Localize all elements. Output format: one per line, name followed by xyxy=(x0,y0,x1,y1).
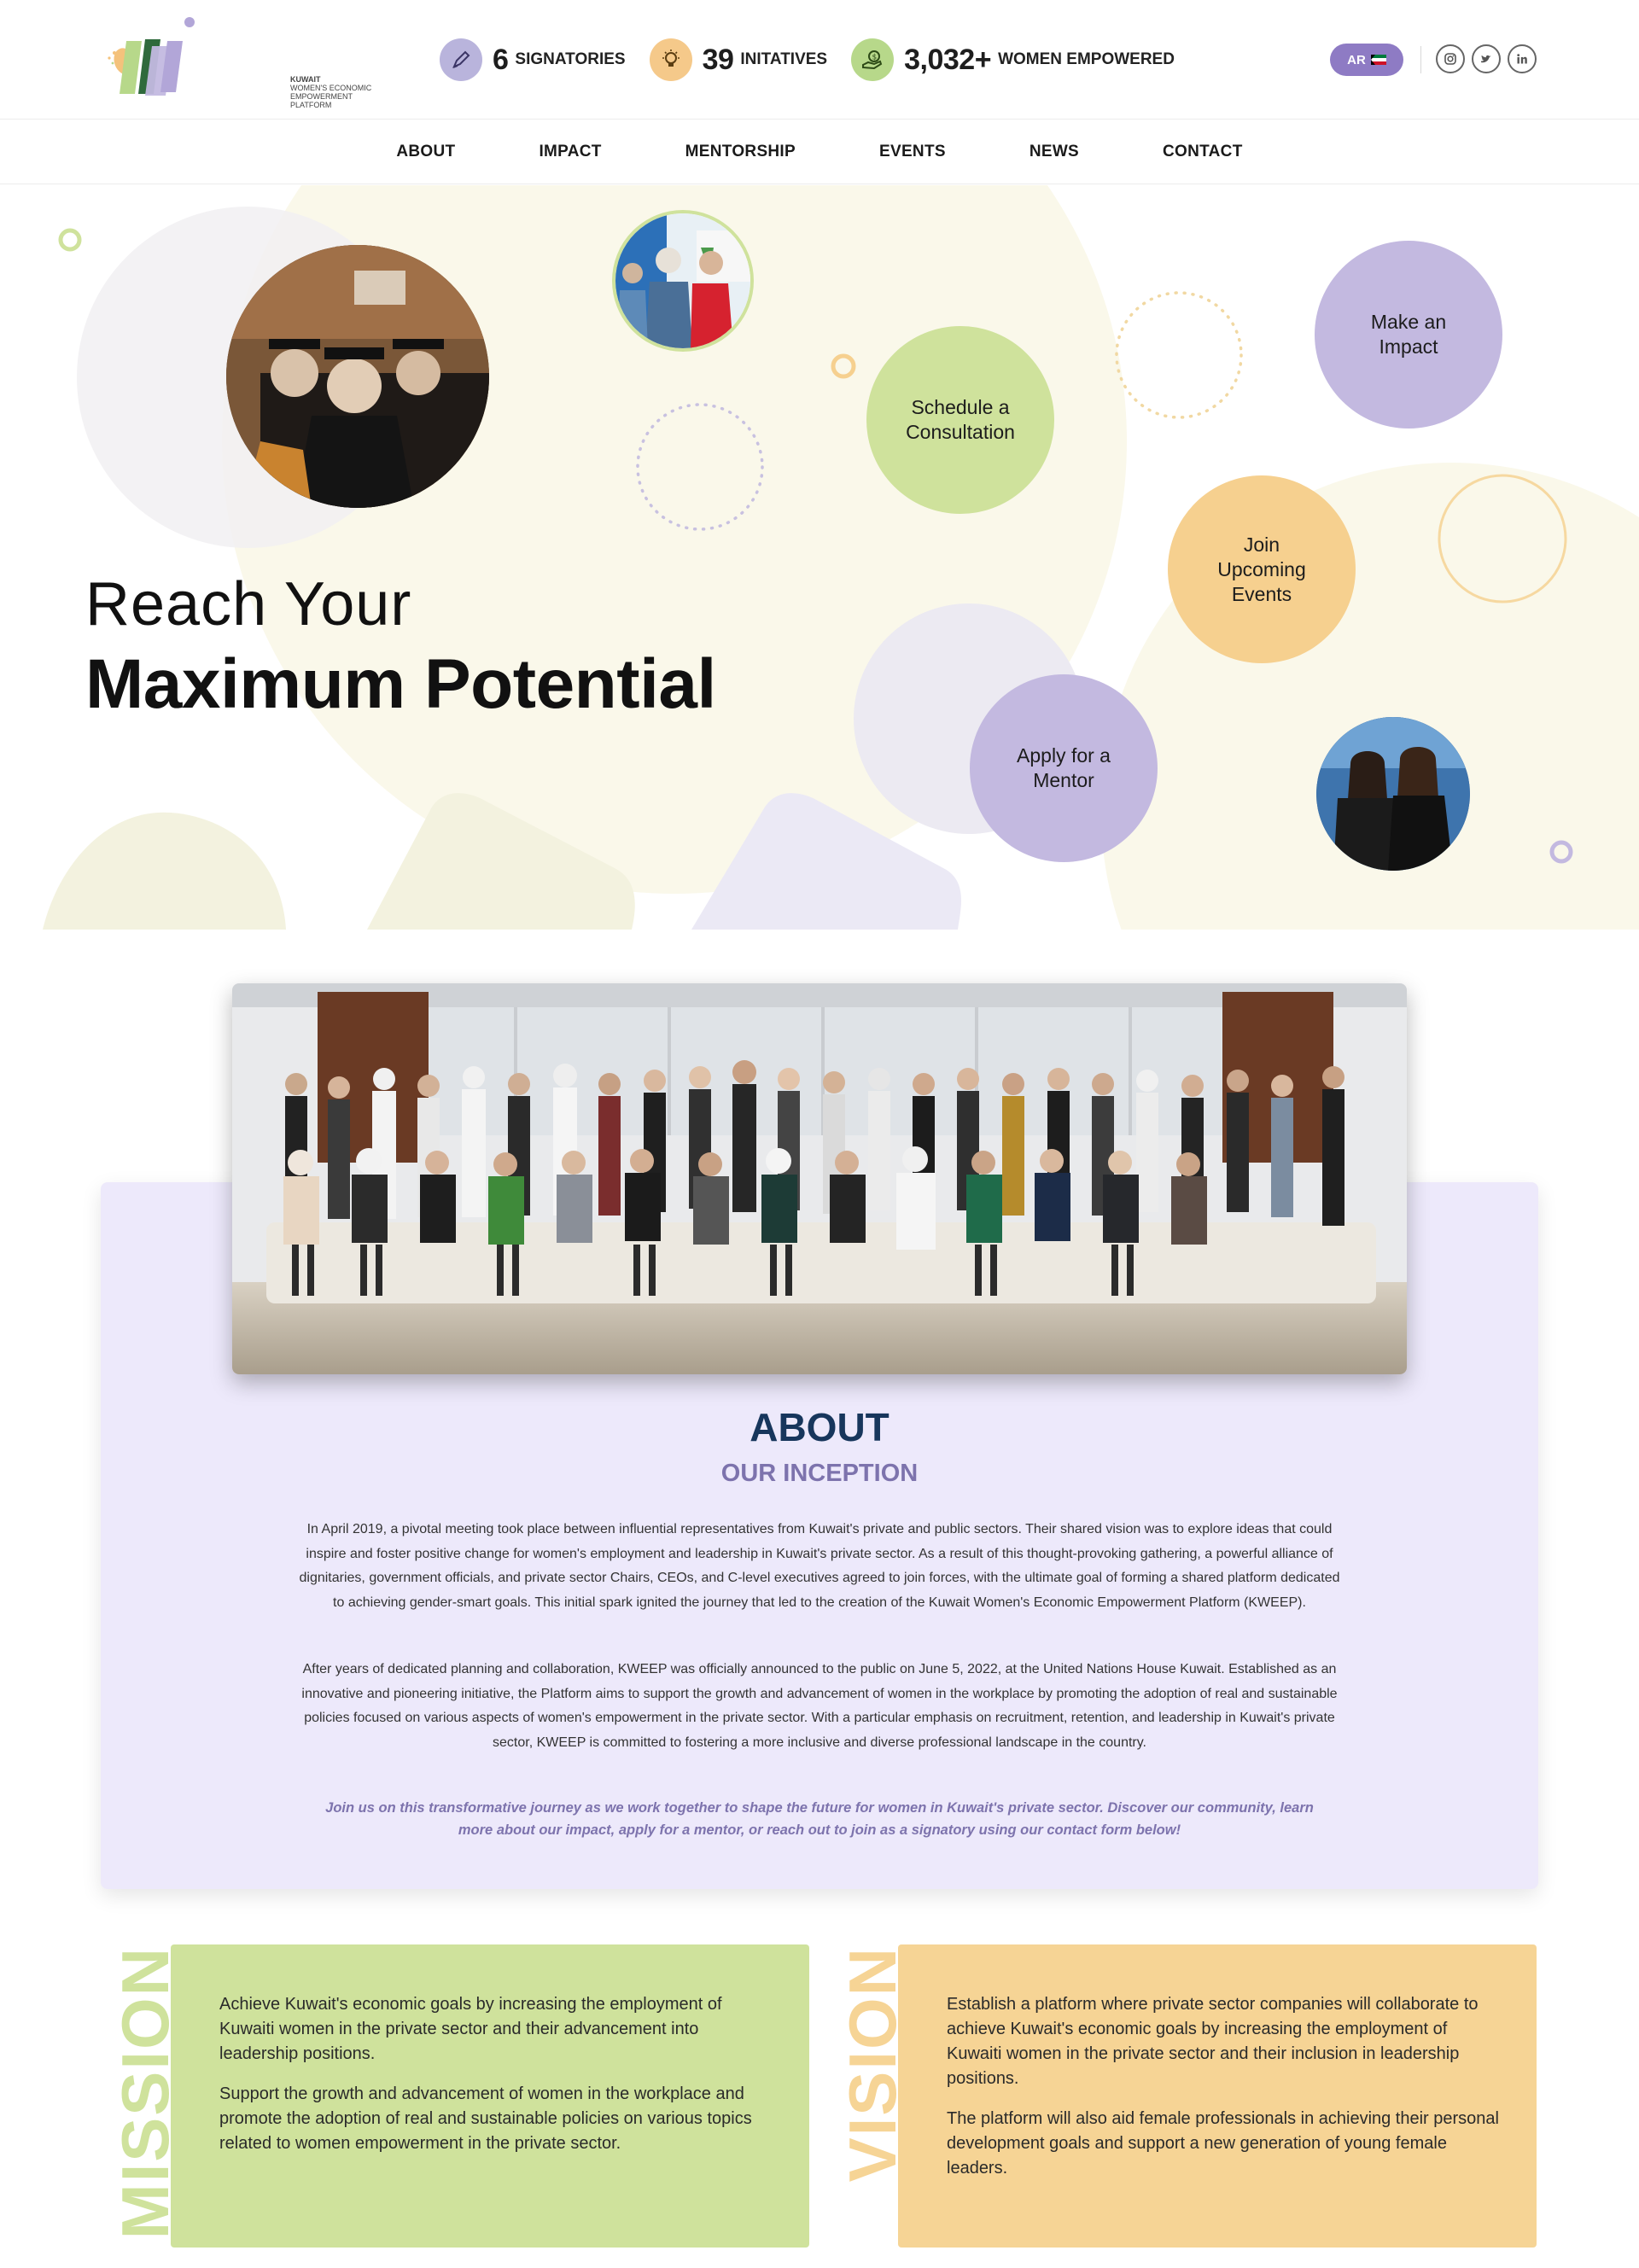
mission-paragraph-1: Achieve Kuwait's economic goals by incre… xyxy=(219,1995,722,2063)
vision-vertical-label: VISION xyxy=(835,1946,910,2185)
nav-item-events[interactable]: EVENTS xyxy=(879,143,946,161)
logo-line-2: WOMEN'S ECONOMIC xyxy=(290,84,372,92)
site-header: KUWAIT WOMEN'S ECONOMIC EMPOWERMENT PLAT… xyxy=(0,0,1639,120)
make-impact-button[interactable]: Make an Impact xyxy=(1315,241,1502,429)
vision-text: Establish a platform where private secto… xyxy=(947,1992,1502,2181)
mission-vertical-label: MISSION xyxy=(108,1946,183,2239)
linkedin-icon[interactable] xyxy=(1508,44,1537,73)
mission-label: MISSION xyxy=(108,1946,183,2240)
about-title: ABOUT xyxy=(750,1405,889,1449)
mission-paragraph-2: Support the growth and advancement of wo… xyxy=(219,2084,752,2153)
logo-line-3: EMPOWERMENT xyxy=(290,92,353,101)
logo-line-4: PLATFORM xyxy=(290,101,332,109)
nav-item-about[interactable]: ABOUT xyxy=(396,143,455,161)
stat-initiatives: 39 INITATIVES xyxy=(649,38,828,81)
group-photo-image xyxy=(232,983,1407,1374)
logo-line-1: KUWAIT xyxy=(290,75,321,84)
logo-mark-icon xyxy=(108,17,195,96)
stat-women-empowered: $ 3,032+ WOMEN EMPOWERED xyxy=(851,38,1175,81)
hero-line-2: Maximum Potential xyxy=(85,645,716,723)
about-paragraph-1: In April 2019, a pivotal meeting took pl… xyxy=(299,1522,1340,1610)
stat-value: 3,032+ xyxy=(904,43,992,76)
stats-bar: 6 SIGNATORIES 39 INITATIVES $ 3,032+ WOM… xyxy=(440,38,1199,82)
kuwait-flag-icon xyxy=(1370,55,1386,65)
hero-line-1: Reach Your xyxy=(85,570,412,638)
nav-item-mentorship[interactable]: MENTORSHIP xyxy=(685,143,796,161)
vision-paragraph-1: Establish a platform where private secto… xyxy=(947,1995,1479,2088)
bubble-label: Apply for a Mentor xyxy=(1017,744,1111,791)
women-event-photo xyxy=(1316,717,1470,871)
vision-label: VISION xyxy=(835,1946,910,2183)
kweep-logo[interactable]: KUWAIT WOMEN'S ECONOMIC EMPOWERMENT PLAT… xyxy=(101,15,371,109)
stat-label: SIGNATORIES xyxy=(515,50,626,68)
schedule-consultation-button[interactable]: Schedule a Consultation xyxy=(866,326,1054,514)
group-photo xyxy=(232,983,1407,1374)
graduation-photo xyxy=(226,245,489,508)
language-label: AR xyxy=(1347,52,1366,67)
handshake-photo xyxy=(612,210,754,352)
header-divider xyxy=(1420,46,1421,73)
bubble-label: Make an Impact xyxy=(1370,311,1447,358)
stat-label: WOMEN EMPOWERED xyxy=(998,50,1175,68)
hero-headline: Reach Your Maximum Potential xyxy=(85,569,716,725)
nav-item-contact[interactable]: CONTACT xyxy=(1163,143,1243,161)
stat-value: 39 xyxy=(702,43,734,76)
hero-section: Schedule a Consultation Make an Impact J… xyxy=(0,185,1639,930)
bubble-label: Schedule a Consultation xyxy=(906,396,1015,443)
svg-text:$: $ xyxy=(872,54,878,62)
bubble-label: Join Upcoming Events xyxy=(1217,533,1306,605)
instagram-icon[interactable] xyxy=(1436,44,1465,73)
apply-mentor-button[interactable]: Apply for a Mentor xyxy=(970,674,1158,862)
about-call-to-action: Join us on this transformative journey a… xyxy=(325,1800,1314,1838)
vision-paragraph-2: The platform will also aid female profes… xyxy=(947,2109,1499,2178)
mission-text: Achieve Kuwait's economic goals by incre… xyxy=(219,1992,774,2156)
twitter-icon[interactable] xyxy=(1472,44,1501,73)
about-paragraph-2: After years of dedicated planning and co… xyxy=(301,1662,1338,1750)
language-toggle-button[interactable]: AR xyxy=(1330,44,1403,76)
about-subtitle: OUR INCEPTION xyxy=(720,1460,919,1487)
stat-label: INITATIVES xyxy=(740,50,828,68)
join-events-button[interactable]: Join Upcoming Events xyxy=(1168,475,1356,663)
pen-icon xyxy=(440,38,482,81)
hand-money-icon: $ xyxy=(851,38,895,81)
nav-item-impact[interactable]: IMPACT xyxy=(539,143,601,161)
stat-signatories: 6 SIGNATORIES xyxy=(440,38,626,81)
stat-value: 6 xyxy=(493,43,509,76)
logo-text: KUWAIT WOMEN'S ECONOMIC EMPOWERMENT PLAT… xyxy=(290,75,384,109)
nav-item-news[interactable]: NEWS xyxy=(1029,143,1079,161)
lightbulb-icon xyxy=(649,38,692,81)
main-nav: ABOUT IMPACT MENTORSHIP EVENTS NEWS CONT… xyxy=(0,120,1639,184)
